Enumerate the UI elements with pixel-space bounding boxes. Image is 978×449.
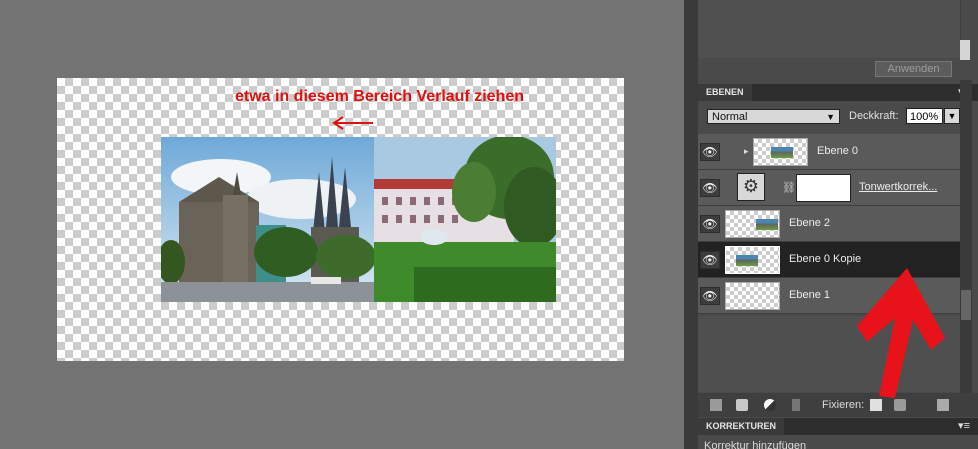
photo-palace — [374, 137, 556, 302]
photo-cathedral — [161, 137, 375, 302]
layer-thumbnail — [753, 138, 808, 166]
layer-row[interactable]: 👁 ⚙ ⛓ Tonwertkorrek... — [698, 170, 960, 206]
upper-panel-area — [698, 0, 961, 58]
lock-transparency-icon[interactable] — [870, 399, 882, 411]
layer-thumbnail — [725, 210, 780, 238]
layer-row[interactable]: 👁 Ebene 2 — [698, 206, 960, 242]
layer-name: Ebene 1 — [789, 289, 830, 301]
mask-icon[interactable] — [736, 399, 748, 411]
eye-icon[interactable]: 👁 — [700, 287, 720, 305]
lock-label: Fixieren: — [822, 399, 865, 411]
layers-scrollbar[interactable] — [960, 80, 972, 393]
layer-row[interactable]: 👁 ▸ Ebene 0 — [698, 134, 960, 170]
corrections-panel-body: Korrektur hinzufügen — [698, 435, 978, 449]
link-icon: ⛓ — [782, 182, 796, 194]
upper-scrollbar[interactable] — [960, 40, 970, 60]
corrections-hint: Korrektur hinzufügen — [704, 440, 807, 449]
image-workspace: etwa in diesem Bereich Verlauf ziehen — [0, 0, 684, 449]
blend-mode-value: Normal — [712, 111, 748, 123]
tab-layers[interactable]: EBENEN — [698, 84, 752, 101]
layer-name: Ebene 0 — [817, 145, 858, 157]
layers-panel-header: EBENEN ▾≡ — [698, 84, 978, 101]
opacity-label: Deckkraft: — [849, 110, 899, 122]
layer-name: Ebene 0 Kopie — [789, 253, 862, 265]
new-layer-icon[interactable] — [710, 399, 722, 411]
annotation-text: etwa in diesem Bereich Verlauf ziehen — [235, 88, 524, 105]
lock-icon[interactable] — [894, 399, 906, 411]
eye-icon[interactable]: 👁 — [700, 215, 720, 233]
opacity-dropdown-button[interactable]: ▼ — [944, 108, 960, 124]
layer-mask-thumbnail — [796, 174, 851, 202]
chevron-down-icon: ▼ — [826, 112, 835, 122]
eye-icon[interactable]: 👁 — [700, 143, 720, 161]
layer-name: Tonwertkorrek... — [859, 181, 938, 193]
gear-icon: ⚙ — [737, 173, 765, 201]
blend-mode-select[interactable]: Normal ▼ — [707, 109, 840, 124]
arrow-up-icon — [857, 268, 945, 398]
panel-menu-icon[interactable]: ▾≡ — [958, 419, 970, 432]
document-canvas[interactable]: etwa in diesem Bereich Verlauf ziehen — [57, 78, 624, 361]
panel-divider — [684, 0, 698, 449]
tab-corrections[interactable]: KORREKTUREN — [698, 418, 785, 435]
link-layers-icon[interactable] — [792, 399, 800, 411]
trash-icon[interactable] — [937, 399, 949, 411]
opacity-input[interactable]: 100% — [906, 108, 943, 124]
arrow-left-icon — [332, 116, 373, 130]
layer-name: Ebene 2 — [789, 217, 830, 229]
layer-thumbnail — [725, 246, 780, 274]
layer-thumbnail — [725, 282, 780, 310]
corrections-panel-header: KORREKTUREN ▾≡ — [698, 418, 978, 435]
adjustment-layer-icon[interactable] — [764, 399, 776, 411]
apply-button[interactable]: Anwenden — [875, 61, 952, 77]
expand-arrow-icon[interactable]: ▸ — [744, 146, 749, 157]
eye-icon[interactable]: 👁 — [700, 179, 720, 197]
eye-icon[interactable]: 👁 — [700, 251, 720, 269]
